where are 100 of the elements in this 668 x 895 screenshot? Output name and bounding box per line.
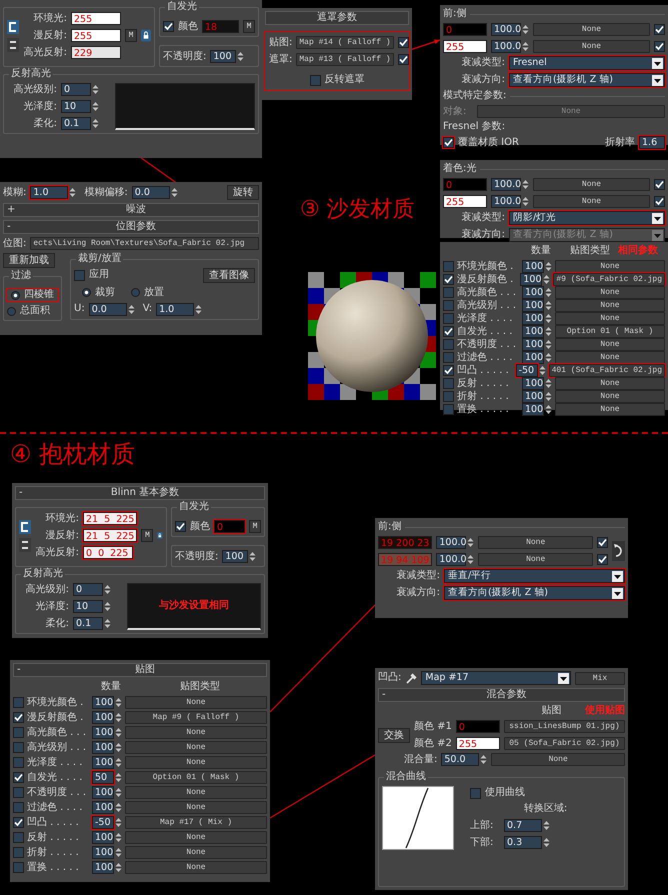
map-button[interactable]: None [125,846,267,859]
number-field[interactable]: 100 [92,846,114,859]
number-field[interactable]: -50 [92,816,114,829]
color-swatch[interactable]: 229 [71,46,121,59]
number-field[interactable]: 100 [92,741,114,754]
number-field[interactable]: 0 [73,583,103,596]
number-field[interactable]: 0.0 [132,186,170,199]
color-swatch[interactable]: 255 [71,12,121,25]
number-field[interactable]: 10 [73,600,103,613]
color-swatch[interactable]: 0 [214,520,245,533]
dropdown[interactable]: 查看方向(摄影机 Z 轴) [444,586,625,600]
number-field[interactable]: 100 [92,726,114,739]
number-field[interactable]: 100 [92,861,114,874]
map-button[interactable]: None [478,536,593,549]
number-field[interactable]: 100 [222,550,248,563]
number-field[interactable]: 100 [522,260,544,273]
number-field[interactable]: 0.1 [73,617,103,630]
map-button[interactable]: None [533,178,650,191]
map-button[interactable]: None [533,40,650,53]
number-field[interactable]: 0.3 [504,836,542,849]
number-field[interactable]: 100 [522,390,544,403]
map-button[interactable]: Map #14 ( Falloff ) [296,36,394,49]
map-button[interactable]: None [125,801,267,814]
color-swatch[interactable]: 255 [71,29,121,42]
color-swatch[interactable]: 255 [443,195,487,208]
file-path-button[interactable]: ects\Living Room\Textures\Sofa_Fabric 02.jpg [30,237,259,250]
map-button[interactable]: M [243,20,255,33]
number-field[interactable]: 50 [92,771,114,784]
dropdown[interactable]: 阴影/灯光 [509,211,665,225]
number-field[interactable]: 100.0 [491,195,521,208]
number-field[interactable]: 100 [520,273,542,286]
map-button[interactable]: None [533,195,650,208]
rollout-bar[interactable]: - 混合参数 [378,688,625,702]
number-field[interactable]: 100 [92,696,114,709]
rollout-bar[interactable]: + 噪波 [3,203,259,217]
swap-button[interactable]: 交换 [378,728,410,742]
number-field[interactable]: 100 [92,801,114,814]
color-swatch[interactable]: 21 5 225 [83,512,138,525]
color-swatch[interactable]: 19 200 23 [378,536,432,549]
number-field[interactable]: 0.1 [61,117,91,130]
map-button[interactable]: ssion_LinesBump 01.jpg) [504,720,625,733]
number-field[interactable]: 100.0 [491,178,521,191]
map-button[interactable]: M [249,520,261,533]
map-button[interactable]: None [125,861,267,874]
number-field[interactable]: 1.6 [639,136,665,149]
number-field[interactable]: 0.0 [88,302,127,316]
number-field[interactable]: 100 [210,50,236,63]
map-button[interactable]: None [491,753,625,766]
map-button[interactable]: None [125,756,267,769]
map-type-button[interactable]: Mix [575,672,625,684]
number-field[interactable]: 100.0 [436,536,466,549]
map-button[interactable]: #9 (Sofa_Fabric 02.jpg [553,273,665,286]
number-field[interactable]: 100.0 [491,40,521,53]
map-button[interactable]: None [125,696,267,709]
map-button[interactable]: None [125,741,267,754]
map-button[interactable]: M [141,529,154,542]
number-field[interactable]: 0 [61,83,91,96]
color-swatch[interactable]: 255 [443,40,487,53]
number-field[interactable]: 100.0 [436,553,466,566]
map-button[interactable]: Option 01 ( Mask ) [125,771,267,784]
number-field[interactable]: 100 [522,403,544,416]
rollout-bar[interactable]: - Blinn 基本参数 [15,486,265,500]
map-button[interactable]: 05 (Sofa_Fabric 02.jpg) [504,737,625,750]
map-button[interactable]: 401 (Sofa_Fabric 02.jpg [548,364,665,377]
map-button[interactable]: Map #13 ( Falloff ) [296,53,394,66]
reload-button[interactable]: 重新加载 [3,253,55,268]
map-button[interactable]: None [555,286,665,299]
map-button[interactable]: None [555,377,665,390]
color-swatch[interactable]: 21 5 225 [83,529,138,542]
number-field[interactable]: 10 [61,100,91,113]
number-field[interactable]: 100.0 [491,23,521,36]
rotate-button[interactable]: 旋转 [227,185,259,200]
map-button[interactable]: None [555,260,665,273]
number-field[interactable]: 100 [522,377,544,390]
map-button[interactable]: None [555,403,665,416]
number-field[interactable]: -50 [516,364,538,377]
map-button[interactable]: Map #17 ( Mix ) [125,816,267,829]
color-swatch[interactable]: 18 [202,20,239,33]
number-field[interactable]: 100 [522,338,544,351]
rollout-bar[interactable]: - 贴图 [13,663,267,677]
number-field[interactable]: 100 [92,756,114,769]
number-field[interactable]: 100 [92,786,114,799]
number-field[interactable]: 0.7 [504,819,542,832]
number-field[interactable]: 100 [522,325,544,338]
number-field[interactable]: 100 [522,286,544,299]
map-button[interactable]: None [555,351,665,364]
map-button[interactable]: None [125,786,267,799]
dropdown[interactable]: 查看方向(摄影机 Z 轴) [509,73,665,87]
map-button[interactable]: None [533,23,650,36]
rollout-bar[interactable]: 遮罩参数 [265,11,409,25]
number-field[interactable]: 1.0 [156,302,194,316]
rollout-bar[interactable]: - 位图参数 [3,220,259,234]
color-swatch[interactable]: 0 0 225 [83,546,133,559]
number-field[interactable]: 1.0 [30,186,68,199]
dropdown[interactable]: Fresnel [509,56,665,70]
map-button[interactable]: None [555,390,665,403]
color-swatch[interactable]: 0 [443,178,487,191]
map-button[interactable]: None [555,312,665,325]
map-button[interactable]: None [125,831,267,844]
number-field[interactable]: 100 [92,831,114,844]
